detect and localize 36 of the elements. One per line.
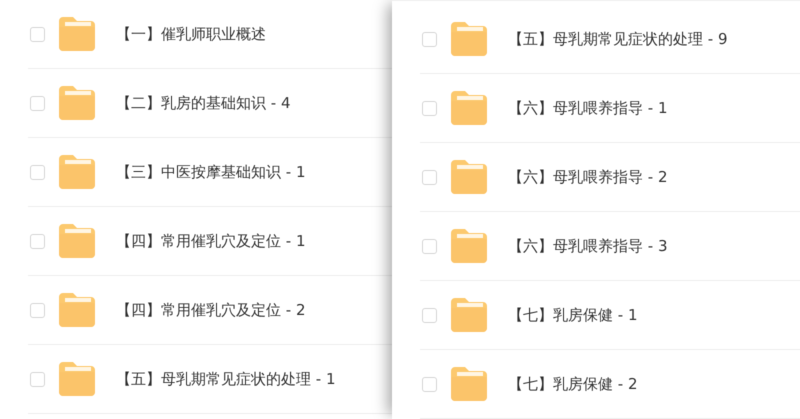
folder-icon [451,229,487,263]
checkbox[interactable] [30,26,45,42]
folder-name[interactable]: 【七】乳房保健 - 2 [508,374,638,394]
folder-icon [59,86,95,120]
checkbox[interactable] [422,100,437,116]
folder-name[interactable]: 【四】常用催乳穴及定位 - 2 [116,300,306,320]
folder-name[interactable]: 【二】乳房的基础知识 - 4 [116,94,290,112]
checkbox[interactable] [30,234,45,248]
checkbox[interactable] [30,302,45,318]
folder-icon [59,293,95,327]
checkbox[interactable] [30,372,45,386]
folder-icon [451,367,487,401]
folder-name[interactable]: 【五】母乳期常见症状的处理 - 1 [116,370,336,388]
checkbox[interactable] [422,32,437,46]
checkbox[interactable] [422,376,437,392]
folder-icon [59,155,95,189]
folder-icon [59,17,95,51]
folder-name[interactable]: 【五】母乳期常见症状的处理 - 9 [508,30,728,48]
checkbox[interactable] [422,170,437,184]
checkbox[interactable] [30,164,45,180]
folder-icon [451,298,487,332]
folder-icon [451,91,487,125]
folder-icon [59,362,95,396]
checkbox[interactable] [30,96,45,110]
folder-name[interactable]: 【四】常用催乳穴及定位 - 1 [116,232,306,250]
folder-name[interactable]: 【一】催乳师职业概述 [116,24,266,44]
folder-icon [59,224,95,258]
folder-name[interactable]: 【六】母乳喂养指导 - 1 [508,98,668,118]
folder-name[interactable]: 【六】母乳喂养指导 - 3 [508,236,668,256]
checkbox[interactable] [422,238,437,254]
checkbox[interactable] [422,308,437,322]
folder-name[interactable]: 【六】母乳喂养指导 - 2 [508,168,668,186]
folder-icon [451,160,487,194]
folder-name[interactable]: 【七】乳房保健 - 1 [508,306,638,324]
folder-icon [451,22,487,56]
folder-name[interactable]: 【三】中医按摩基础知识 - 1 [116,162,306,182]
